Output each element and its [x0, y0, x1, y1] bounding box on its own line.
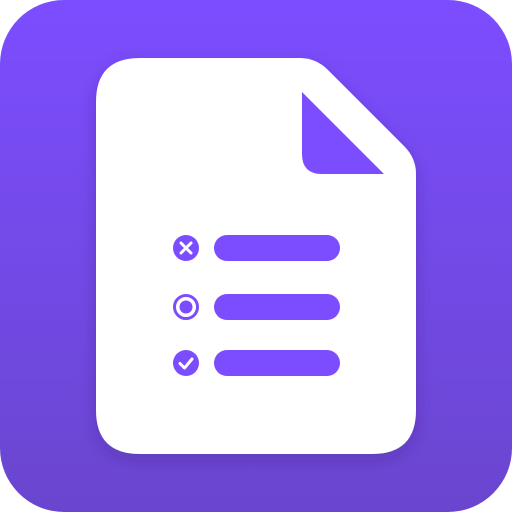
x-circle-icon — [173, 235, 199, 261]
question-line — [214, 235, 340, 261]
question-line — [214, 350, 340, 376]
forms-app-icon[interactable] — [0, 0, 512, 512]
app-icon-stage — [0, 0, 512, 512]
question-line — [214, 294, 340, 320]
check-circle-icon — [173, 350, 199, 376]
